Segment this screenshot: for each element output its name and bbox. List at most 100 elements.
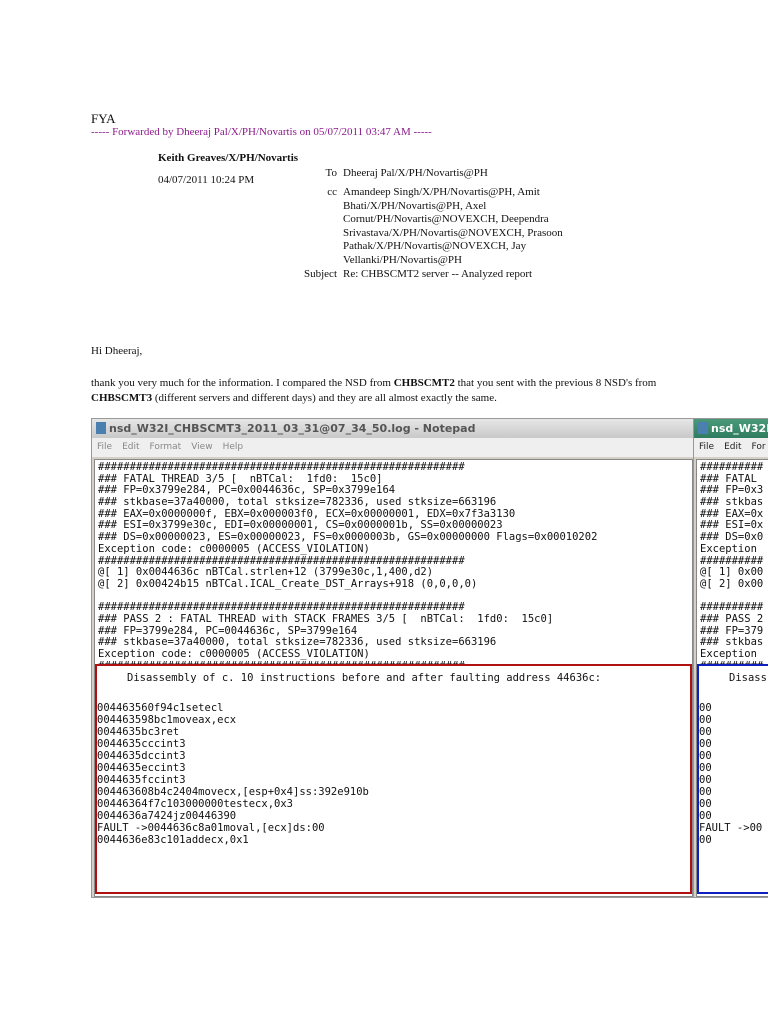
disassembly-row: 004463598bc1moveax,ecx (97, 714, 690, 726)
operands: ecx,0x3 (248, 798, 293, 810)
mnemonic: mov (172, 714, 192, 726)
log-line: ### PASS 2 : FATAL THREAD with STACK FRA… (98, 612, 554, 625)
menu-item-format[interactable]: Format (150, 442, 182, 452)
memory-ref: ss:392e910b (299, 786, 369, 798)
log-line: ### PASS 2 (700, 612, 764, 625)
mnemonic: mov (198, 786, 218, 798)
log-line: Exception code: c0000005 (ACCESS_VIOLATI… (98, 648, 370, 660)
mnemonic: int (160, 738, 180, 750)
menu-item-edit[interactable]: Edit (122, 442, 139, 452)
operands: eax,ecx (191, 714, 237, 726)
log-line: ### stkbas (700, 496, 764, 509)
operands: ecx,0x1 (204, 834, 249, 846)
greeting: Hi Dheeraj, (91, 345, 143, 357)
opcode-bytes: 8a01 (198, 822, 224, 834)
menu-item-for[interactable]: For (752, 442, 766, 452)
disassembly-row: 00 (699, 810, 768, 822)
address: 00 (699, 762, 712, 774)
address: 0044635e (97, 762, 148, 774)
menu-bar: File Edit For (694, 438, 768, 457)
address: 0044635c (97, 738, 148, 750)
body-text: that you sent with the previous 8 NSD's … (454, 377, 657, 389)
body-text: thank you very much for the information.… (91, 377, 394, 389)
address: 0044635d (97, 750, 148, 762)
address: 0044636e (97, 834, 148, 846)
operands: 3 (179, 750, 186, 762)
address: 00 (699, 798, 712, 810)
address: 00446359 (97, 714, 148, 726)
sender: Keith Greaves/X/PH/Novartis (158, 152, 299, 164)
disassembly-highlight: Disassembly of c. 10 instructions before… (95, 664, 692, 894)
cc-line: Vellanki/PH/Novartis@PH (343, 253, 462, 266)
operands: al,[ecx] (242, 822, 293, 834)
body-paragraph: thank you very much for the information.… (91, 376, 711, 406)
cc-line: Amandeep Singh/X/PH/Novartis@PH, Amit (343, 186, 540, 198)
disassembly-row: 0044635cccint3 (97, 738, 690, 750)
window-title: nsd_W32I_ (711, 422, 768, 435)
to-label: To (325, 167, 337, 179)
address: 00 (699, 834, 712, 846)
menu-item-view[interactable]: View (191, 442, 212, 452)
disassembly-highlight: Disass 00 00 00 00 00 00 00 00 00 00 FAULT ->00 00 (697, 664, 768, 894)
opcode-bytes: 7424 (147, 810, 173, 822)
text-area: ########## ### FATAL ### FP=0x3 ### stkbas #… (696, 459, 768, 897)
menu-item-edit[interactable]: Edit (724, 442, 741, 452)
address: 0044636c (147, 822, 199, 834)
body-text: (different servers and different days) a… (152, 392, 497, 404)
opcode-bytes: 0f94c1 (147, 702, 186, 714)
disassembly-row: 0044636e83c101addecx,0x1 (97, 834, 690, 846)
subject-label: Subject (304, 268, 337, 280)
memory-ref: ds:00 (293, 822, 325, 834)
log-line: @[ 2] 0x00 (700, 577, 764, 590)
disassembly-row: 0044635dccint3 (97, 750, 690, 762)
address: 00446356 (97, 702, 148, 714)
cc-line: Srivastava/X/PH/Novartis@NOVEXCH, Prasoo… (343, 226, 563, 239)
cc-line: Pathak/X/PH/Novartis@NOVEXCH, Jay (343, 240, 527, 252)
address: 00 (699, 750, 712, 762)
opcode-bytes: 8b4c2404 (147, 786, 199, 798)
operands: 3 (179, 774, 186, 786)
text-area: ########################################… (94, 459, 693, 897)
operands: 3 (179, 738, 186, 750)
mnemonic: int (160, 774, 180, 786)
menu-item-file[interactable]: File (699, 442, 714, 452)
log-text: ########################################… (95, 460, 692, 672)
disassembly-row: 004463608b4c2404movecx,[esp+0x4]ss:392e9… (97, 786, 690, 798)
menu-bar: File Edit Format View Help (92, 438, 693, 457)
opcode-bytes: f7c103000000 (147, 798, 224, 810)
server-name: CHBSCMT3 (91, 392, 153, 404)
disassembly-row: 0044635eccint3 (97, 762, 690, 774)
disassembly-header: Disassembly of c. 10 instructions before… (127, 672, 602, 684)
disassembly-row: 00 (699, 738, 768, 750)
notepad-icon (96, 422, 106, 434)
address: 00446360 (97, 786, 148, 798)
menu-item-help[interactable]: Help (223, 442, 244, 452)
menu-item-file[interactable]: File (97, 442, 112, 452)
disassembly-row: 004463560f94c1setecl (97, 702, 690, 714)
address: 00 (699, 726, 712, 738)
opcode-bytes: cc (147, 750, 161, 762)
address: 00 (699, 774, 712, 786)
fault-marker: FAULT -> (97, 822, 148, 834)
mnemonic: mov (223, 822, 243, 834)
log-text: ########## ### FATAL ### FP=0x3 ### stkbas #… (697, 460, 768, 672)
opcode-bytes: cc (147, 762, 161, 774)
log-line: Exception code: c0000005 (ACCESS_VIOLATI… (98, 542, 370, 555)
notepad-icon (698, 422, 708, 434)
forwarded-line: ----- Forwarded by Dheeraj Pal/X/PH/Nova… (91, 126, 432, 138)
notepad-window-left: nsd_W32I_CHBSCMT3_2011_03_31@07_34_50.lo… (91, 418, 694, 898)
opcode-bytes: cc (147, 774, 161, 786)
mnemonic: test (223, 798, 249, 810)
disassembly-row: 00 (699, 774, 768, 786)
log-line: Exception (700, 542, 757, 555)
log-line: ### stkbase=37a40000, total stksize=7823… (98, 496, 497, 509)
title-bar: nsd_W32I_CHBSCMT3_2011_03_31@07_34_50.lo… (92, 419, 693, 438)
address: 00 (699, 714, 712, 726)
mnemonic: jz (172, 810, 186, 822)
log-line: @[ 2] 0x00424b15 nBTCal.ICAL_Create_DST_… (98, 577, 478, 590)
disassembly-row: 00 (699, 714, 768, 726)
subject-value: Re: CHBSCMT2 server -- Analyzed report (343, 268, 533, 280)
disassembly-row: 00 (699, 786, 768, 798)
cc-line: Cornut/PH/Novartis@NOVEXCH, Deependra (343, 213, 549, 225)
disassembly-row: 00 (699, 726, 768, 738)
